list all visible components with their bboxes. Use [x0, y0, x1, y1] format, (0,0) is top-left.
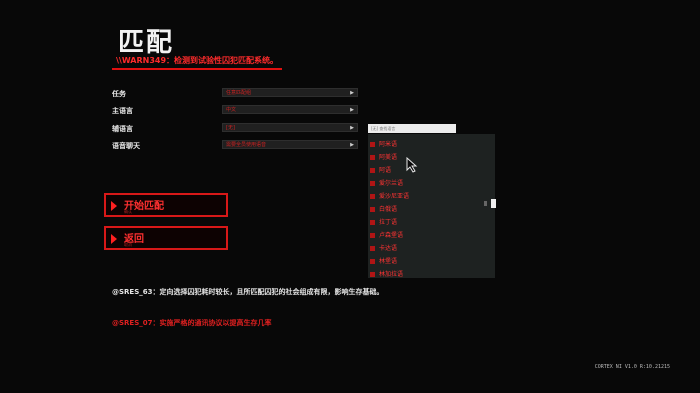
play-icon — [111, 201, 117, 211]
language-dropdown-list[interactable]: 阿米语 阿美语 阿语 爱尔兰语 爱沙尼亚语 白俄语 拉丁语 卢森堡语 卡达语 林… — [368, 134, 495, 278]
version-label: CORTEX NI V1.0 R:10.21215 — [594, 364, 670, 370]
back-sublabel: 取消 — [124, 242, 132, 247]
start-matching-sublabel: 确认 — [124, 209, 132, 214]
page-title-ghost — [143, 32, 149, 53]
checkbox-icon — [370, 142, 375, 147]
list-item[interactable]: 拉丁语 — [370, 217, 490, 229]
back-button[interactable]: 返回 取消 — [104, 226, 228, 250]
chevron-right-icon: ▶ — [350, 142, 354, 148]
list-item[interactable]: 卢森堡语 — [370, 230, 490, 242]
voice-chat-value: 需要全员使用语音 — [226, 142, 267, 148]
checkbox-icon — [370, 220, 375, 225]
list-item[interactable]: 爱沙尼亚语 — [370, 191, 490, 203]
list-item[interactable]: 林堡语 — [370, 256, 490, 268]
checkbox-icon — [370, 168, 375, 173]
checkbox-icon — [370, 194, 375, 199]
mouse-cursor-icon — [406, 157, 418, 173]
primary-language-label: 主语言 — [112, 107, 133, 115]
checkbox-icon — [370, 272, 375, 277]
task-select[interactable]: 任意匹配组 ▶ — [222, 88, 358, 97]
form-row-primary-language: 主语言 中文 ▶ — [112, 105, 362, 117]
form-row-task: 任务 任意匹配组 ▶ — [112, 88, 362, 100]
info-note: @SRES_63：定向选择囚犯耗时较长，且所匹配囚犯的社会组成有限，影响生存基础… — [112, 288, 384, 296]
checkbox-icon — [370, 246, 375, 251]
warning-banner: \\WARN349：检测到试验性囚犯匹配系统。 — [112, 54, 283, 70]
warning-note: @SRES_07：实施严格的通讯协议以提高生存几率 — [112, 319, 272, 327]
checkbox-icon — [370, 155, 375, 160]
secondary-language-label: 辅语言 — [112, 125, 133, 133]
chevron-right-icon: ▶ — [350, 107, 354, 113]
checkbox-icon — [370, 181, 375, 186]
voice-chat-select[interactable]: 需要全员使用语音 ▶ — [222, 140, 358, 149]
list-item[interactable]: 卡达语 — [370, 243, 490, 255]
list-item[interactable]: 阿米语 — [370, 139, 490, 151]
secondary-language-value: [无] — [226, 125, 235, 131]
play-icon — [111, 234, 117, 244]
checkbox-icon — [370, 259, 375, 264]
checkbox-icon — [370, 207, 375, 212]
checkbox-icon — [370, 233, 375, 238]
form-row-secondary-language: 辅语言 [无] ▶ — [112, 123, 362, 135]
list-item[interactable]: 阿美语 — [370, 152, 490, 164]
language-search-input[interactable]: [无] 查找语言 — [368, 124, 456, 133]
primary-language-value: 中文 — [226, 107, 237, 113]
task-label: 任务 — [112, 90, 126, 98]
scrollbar-track-mark — [484, 201, 487, 206]
task-select-value: 任意匹配组 — [226, 90, 252, 96]
list-item[interactable]: 阿语 — [370, 165, 490, 177]
secondary-language-select[interactable]: [无] ▶ — [222, 123, 358, 132]
list-item[interactable]: 爱尔兰语 — [370, 178, 490, 190]
list-item[interactable]: 白俄语 — [370, 204, 490, 216]
voice-chat-label: 语音聊天 — [112, 142, 140, 150]
start-matching-button[interactable]: 开始匹配 确认 — [104, 193, 228, 217]
scrollbar-thumb[interactable] — [491, 199, 496, 208]
chevron-right-icon: ▶ — [350, 90, 354, 96]
form-row-voice-chat: 语音聊天 需要全员使用语音 ▶ — [112, 140, 362, 152]
list-item[interactable]: 林加拉语 — [370, 269, 490, 278]
primary-language-select[interactable]: 中文 ▶ — [222, 105, 358, 114]
chevron-right-icon: ▶ — [350, 125, 354, 131]
